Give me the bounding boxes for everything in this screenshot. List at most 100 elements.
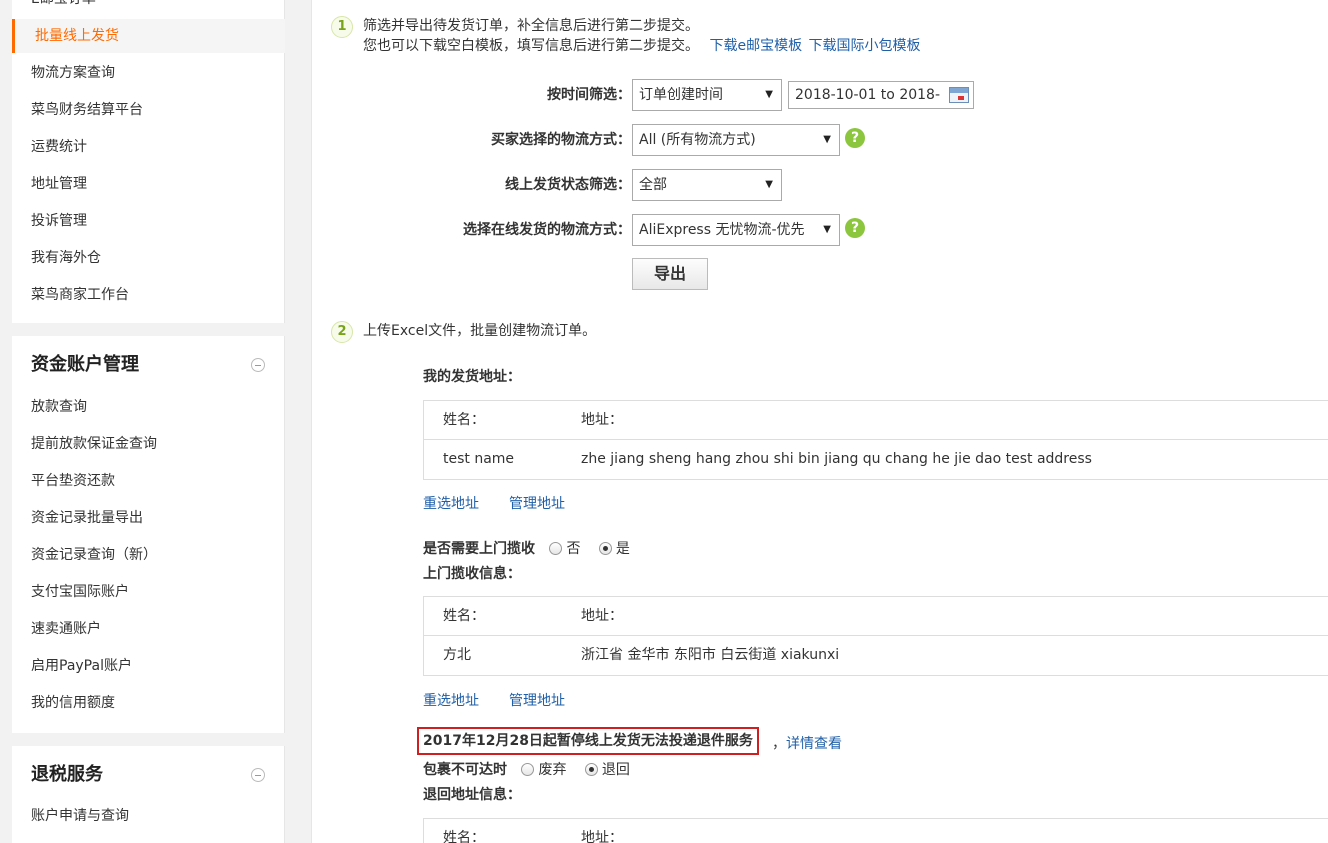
online-shipping-select[interactable]: AliExpress 无忧物流-优先 ▼ xyxy=(632,214,840,246)
collapse-icon[interactable] xyxy=(251,768,265,782)
step-2-description: 上传Excel文件，批量创建物流订单。 xyxy=(363,323,597,339)
table-header-row: 姓名： 地址： xyxy=(424,819,1328,843)
sender-address-title: 我的发货地址： xyxy=(423,369,521,385)
chevron-down-icon: ▼ xyxy=(765,89,773,100)
notice-details-row: ，详情查看 xyxy=(772,733,842,753)
collapse-icon[interactable] xyxy=(251,358,265,372)
chevron-down-icon: ▼ xyxy=(765,179,773,190)
table-row: 方北 浙江省 金华市 东阳市 白云街道 xiakunxi xyxy=(424,636,1328,675)
sidebar-item-freight-stats[interactable]: 运费统计 xyxy=(12,130,285,164)
sidebar-item-overseas-warehouse[interactable]: 我有海外仓 xyxy=(12,241,285,275)
help-icon[interactable]: ? xyxy=(845,218,865,238)
sidebar-item-logistics-plan[interactable]: 物流方案查询 xyxy=(12,56,285,90)
shipping-status-value: 全部 xyxy=(639,177,667,193)
sidebar-item-funds-batch-export[interactable]: 资金记录批量导出 xyxy=(12,501,285,535)
table-header-row: 姓名： 地址： xyxy=(424,597,1328,636)
sidebar-item-eub-orders[interactable]: E邮宝订单 xyxy=(12,0,285,16)
date-range-value: 2018-10-01 to 2018- xyxy=(795,87,940,103)
sidebar-item-batch-online-shipping[interactable]: 批量线上发货 xyxy=(12,19,285,53)
main-content: 1 筛选并导出待发货订单，补全信息后进行第二步提交。 您也可以下载空白模板，填写… xyxy=(311,0,1328,843)
sidebar-section-funds[interactable]: 资金账户管理 xyxy=(12,348,285,382)
time-filter-value: 订单创建时间 xyxy=(639,87,723,103)
sidebar-item-cainiao-finance[interactable]: 菜鸟财务结算平台 xyxy=(12,93,285,127)
undeliverable-option-discard[interactable]: 废弃 xyxy=(521,762,566,778)
sidebar: E邮宝订单 批量线上发货 物流方案查询 菜鸟财务结算平台 运费统计 地址管理 投… xyxy=(12,0,285,843)
pickup-option-yes[interactable]: 是 xyxy=(598,541,630,557)
chevron-down-icon: ▼ xyxy=(823,224,831,235)
buyer-shipping-value: All (所有物流方式) xyxy=(639,132,756,148)
radio-button[interactable] xyxy=(598,542,612,555)
sender-address-table: 姓名： 地址： test name zhe jiang sheng hang z… xyxy=(423,400,1328,480)
sidebar-item-aliexpress-account[interactable]: 速卖通账户 xyxy=(12,612,285,646)
column-name-header: 姓名： xyxy=(443,830,485,843)
undeliverable-option-return[interactable]: 退回 xyxy=(584,762,630,778)
sidebar-item-enable-paypal[interactable]: 启用PayPal账户 xyxy=(12,649,285,683)
buyer-shipping-select[interactable]: All (所有物流方式) ▼ xyxy=(632,124,840,156)
time-filter-label: 按时间筛选： xyxy=(547,87,631,103)
help-icon[interactable]: ? xyxy=(845,128,865,148)
chevron-down-icon: ▼ xyxy=(823,134,831,145)
manage-pickup-address-link[interactable]: 管理地址 xyxy=(509,690,565,710)
radio-button[interactable] xyxy=(549,542,563,555)
sidebar-section-title: 资金账户管理 xyxy=(31,354,139,375)
step-2-badge: 2 xyxy=(331,321,353,343)
sidebar-item-complaint-management[interactable]: 投诉管理 xyxy=(12,204,285,238)
step-1-badge: 1 xyxy=(331,16,353,38)
return-address-table: 姓名： 地址： xyxy=(423,818,1328,843)
sidebar-item-platform-advance-repay[interactable]: 平台垫资还款 xyxy=(12,464,285,498)
sidebar-divider xyxy=(12,323,285,336)
pickup-name: 方北 xyxy=(443,647,471,663)
pickup-info-table: 姓名： 地址： 方北 浙江省 金华市 东阳市 白云街道 xiakunxi xyxy=(423,596,1328,676)
online-shipping-value: AliExpress 无忧物流-优先 xyxy=(639,222,805,238)
column-address-header: 地址： xyxy=(581,412,623,428)
pickup-question-label: 是否需要上门揽收 xyxy=(423,541,535,557)
sidebar-divider xyxy=(12,733,285,746)
sidebar-item-address-management[interactable]: 地址管理 xyxy=(12,167,285,201)
step-1-hint: 您也可以下载空白模板，填写信息后进行第二步提交。 下载e邮宝模板 下载国际小包模… xyxy=(363,36,921,56)
calendar-icon[interactable] xyxy=(949,87,969,103)
service-suspension-notice: 2017年12月28日起暂停线上发货无法投递退件服务 xyxy=(417,727,759,755)
pickup-question-row: 是否需要上门揽收 否 是 xyxy=(423,538,630,558)
manage-sender-address-link[interactable]: 管理地址 xyxy=(509,493,565,513)
step-1-hint-text: 您也可以下载空白模板，填写信息后进行第二步提交。 xyxy=(363,38,699,54)
date-range-input[interactable]: 2018-10-01 to 2018- xyxy=(788,81,974,109)
sidebar-item-cainiao-workbench[interactable]: 菜鸟商家工作台 xyxy=(12,278,285,312)
radio-label: 是 xyxy=(615,541,630,557)
pickup-option-no[interactable]: 否 xyxy=(549,541,580,557)
radio-button[interactable] xyxy=(521,763,535,776)
column-address-header: 地址： xyxy=(581,830,623,843)
column-address-header: 地址： xyxy=(581,608,623,624)
time-filter-select[interactable]: 订单创建时间 ▼ xyxy=(632,79,782,111)
undeliverable-label: 包裹不可达时 xyxy=(423,762,507,778)
sidebar-item-credit-limit[interactable]: 我的信用额度 xyxy=(12,686,285,720)
sidebar-section-tax-refund[interactable]: 退税服务 xyxy=(12,758,285,792)
sender-address: zhe jiang sheng hang zhou shi bin jiang … xyxy=(581,451,1092,467)
sidebar-item-early-payout-deposit[interactable]: 提前放款保证金查询 xyxy=(12,427,285,461)
reselect-pickup-address-link[interactable]: 重选地址 xyxy=(423,690,479,710)
reselect-sender-address-link[interactable]: 重选地址 xyxy=(423,493,479,513)
download-intl-template-link[interactable]: 下载国际小包模板 xyxy=(809,38,921,54)
column-name-header: 姓名： xyxy=(443,412,485,428)
export-button[interactable]: 导出 xyxy=(632,258,708,290)
shipping-status-label: 线上发货状态筛选： xyxy=(505,177,631,193)
radio-label: 废弃 xyxy=(538,762,567,778)
sidebar-item-account-apply[interactable]: 账户申请与查询 xyxy=(12,799,285,833)
undeliverable-row: 包裹不可达时 废弃 退回 xyxy=(423,759,630,779)
download-eub-template-link[interactable]: 下载e邮宝模板 xyxy=(709,38,802,54)
radio-label: 退回 xyxy=(601,762,630,778)
notice-comma: ， xyxy=(772,736,786,752)
radio-label: 否 xyxy=(566,541,581,557)
online-shipping-label: 选择在线发货的物流方式： xyxy=(463,222,631,238)
buyer-shipping-label: 买家选择的物流方式： xyxy=(491,132,631,148)
sidebar-item-funds-record-query[interactable]: 资金记录查询（新） xyxy=(12,538,285,572)
sidebar-item-payout-query[interactable]: 放款查询 xyxy=(12,390,285,424)
pickup-address: 浙江省 金华市 东阳市 白云街道 xiakunxi xyxy=(581,647,840,663)
sidebar-item-alipay-intl[interactable]: 支付宝国际账户 xyxy=(12,575,285,609)
sidebar-section-title: 退税服务 xyxy=(31,764,103,785)
return-address-title: 退回地址信息： xyxy=(423,787,521,803)
shipping-status-select[interactable]: 全部 ▼ xyxy=(632,169,782,201)
radio-button[interactable] xyxy=(584,763,598,776)
step-1-description: 筛选并导出待发货订单，补全信息后进行第二步提交。 xyxy=(363,18,699,34)
notice-details-link[interactable]: 详情查看 xyxy=(786,736,842,752)
sender-name: test name xyxy=(443,451,515,467)
